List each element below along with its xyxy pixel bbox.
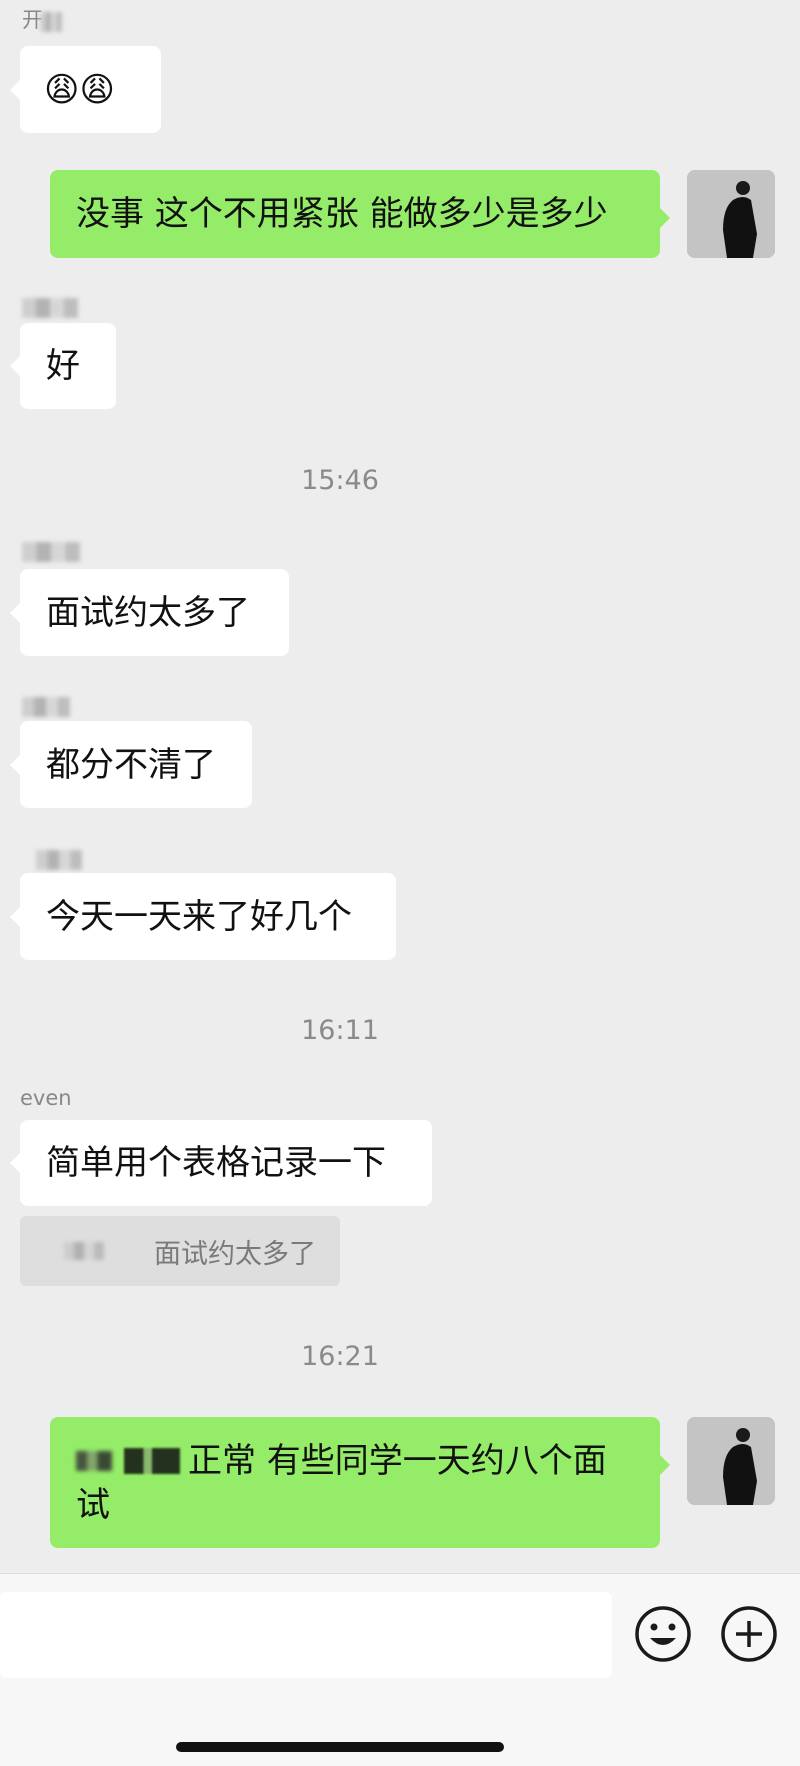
message-bubble[interactable]: 好 bbox=[10, 323, 116, 409]
person-icon bbox=[687, 1417, 775, 1505]
avatar[interactable] bbox=[687, 1417, 775, 1505]
sender-name-blur bbox=[22, 298, 78, 318]
emoji-bubble[interactable]: 😩😩 bbox=[10, 46, 161, 133]
message-bubble[interactable]: 正常 有些同学一天约八个面 试 bbox=[50, 1417, 670, 1548]
plus-circle-icon[interactable] bbox=[719, 1604, 779, 1664]
message-input[interactable] bbox=[0, 1592, 612, 1678]
message-text: 今天一天来了好几个 bbox=[46, 896, 352, 937]
sender-name-blur bbox=[22, 697, 70, 717]
avatar[interactable] bbox=[687, 170, 775, 258]
timestamp: 16:11 bbox=[301, 1015, 379, 1046]
person-icon bbox=[687, 170, 775, 258]
quoted-message[interactable]: 面试约太多了 bbox=[20, 1216, 340, 1286]
quote-text: 面试约太多了 bbox=[154, 1238, 316, 1270]
sender-name: even bbox=[20, 1086, 72, 1110]
message-bubble[interactable]: 都分不清了 bbox=[10, 721, 252, 808]
timestamp: 16:21 bbox=[301, 1341, 379, 1372]
message-text: 面试约太多了 bbox=[46, 592, 250, 633]
message-bubble[interactable]: 没事 这个不用紧张 能做多少是多少 bbox=[50, 170, 670, 258]
message-text: 都分不清了 bbox=[46, 744, 216, 785]
message-bubble[interactable]: 简单用个表格记录一下 bbox=[10, 1120, 432, 1206]
message-bubble[interactable]: 面试约太多了 bbox=[10, 569, 289, 656]
home-indicator[interactable] bbox=[176, 1742, 504, 1752]
chat-area: 开 😩😩 没事 这个不用紧张 能做多少是多少 好 15:46 面试约太多了 都分… bbox=[0, 0, 800, 1573]
message-bubble[interactable]: 今天一天来了好几个 bbox=[10, 873, 396, 960]
smiley-icon[interactable] bbox=[633, 1604, 693, 1664]
message-text: 没事 这个不用紧张 能做多少是多少 bbox=[76, 194, 608, 234]
message-text: 好 bbox=[46, 346, 80, 386]
message-text: 正常 有些同学一天约八个面 bbox=[188, 1440, 607, 1481]
mention-blur bbox=[124, 1447, 180, 1474]
message-text-continued: 试 bbox=[76, 1484, 110, 1525]
sender-name-blur bbox=[36, 850, 82, 870]
mention-blur bbox=[76, 1450, 112, 1471]
timestamp: 15:46 bbox=[301, 465, 379, 496]
emoji-content: 😩😩 bbox=[44, 69, 115, 110]
sender-name-blur bbox=[40, 12, 62, 32]
sender-name-blur bbox=[22, 542, 80, 562]
message-text: 简单用个表格记录一下 bbox=[46, 1143, 386, 1183]
quote-sender-blur bbox=[64, 1242, 104, 1260]
input-bar bbox=[0, 1573, 800, 1766]
